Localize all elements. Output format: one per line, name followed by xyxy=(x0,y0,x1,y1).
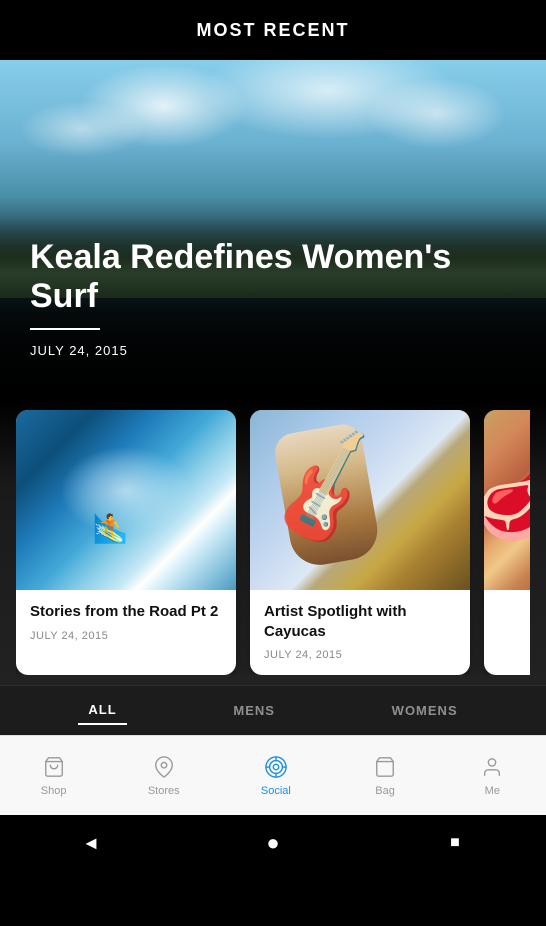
hero-divider xyxy=(30,328,100,330)
android-back-button[interactable]: ◄ xyxy=(71,823,111,863)
card-2-title: Artist Spotlight with Cayucas xyxy=(264,602,456,641)
filter-tab-mens[interactable]: MENS xyxy=(223,697,285,724)
card-3-image xyxy=(484,410,530,590)
android-navbar: ◄ ● ■ xyxy=(0,815,546,871)
android-home-button[interactable]: ● xyxy=(253,823,293,863)
nav-item-shop[interactable]: Shop xyxy=(29,746,79,805)
filter-tab-all[interactable]: ALL xyxy=(78,696,126,725)
nav-item-me[interactable]: Me xyxy=(467,746,517,805)
card-1-image xyxy=(16,410,236,590)
bag-icon xyxy=(372,754,398,780)
page-title: MOST RECENT xyxy=(196,20,349,41)
card-1[interactable]: Stories from the Road Pt 2 JULY 24, 2015 xyxy=(16,410,236,675)
filter-tab-womens[interactable]: WOMENS xyxy=(382,697,468,724)
hero-title: Keala Redefines Women's Surf xyxy=(30,238,516,316)
filter-tabs: ALL MENS WOMENS xyxy=(0,685,546,735)
cards-scroll: Stories from the Road Pt 2 JULY 24, 2015… xyxy=(16,410,530,675)
card-2[interactable]: Artist Spotlight with Cayucas JULY 24, 2… xyxy=(250,410,470,675)
header: MOST RECENT xyxy=(0,0,546,60)
nav-label-shop: Shop xyxy=(41,785,67,797)
social-icon xyxy=(263,754,289,780)
hero-section[interactable]: Keala Redefines Women's Surf JULY 24, 20… xyxy=(0,60,546,400)
card-3[interactable] xyxy=(484,410,530,675)
nav-label-me: Me xyxy=(485,785,500,797)
card-2-date: JULY 24, 2015 xyxy=(264,649,456,661)
nav-item-bag[interactable]: Bag xyxy=(360,746,410,805)
nav-item-social[interactable]: Social xyxy=(249,746,303,805)
card-2-image xyxy=(250,410,470,590)
nav-item-stores[interactable]: Stores xyxy=(136,746,192,805)
card-2-body: Artist Spotlight with Cayucas JULY 24, 2… xyxy=(250,590,470,675)
card-1-body: Stories from the Road Pt 2 JULY 24, 2015 xyxy=(16,590,236,656)
nav-label-stores: Stores xyxy=(148,785,180,797)
nav-label-bag: Bag xyxy=(375,785,395,797)
card-1-date: JULY 24, 2015 xyxy=(30,630,222,642)
me-icon xyxy=(479,754,505,780)
card-1-title: Stories from the Road Pt 2 xyxy=(30,602,222,622)
cards-section: Stories from the Road Pt 2 JULY 24, 2015… xyxy=(0,400,546,685)
shop-icon xyxy=(41,754,67,780)
nav-label-social: Social xyxy=(261,785,291,797)
stores-icon xyxy=(151,754,177,780)
hero-date: JULY 24, 2015 xyxy=(30,343,128,358)
bottom-nav: Shop Stores Social xyxy=(0,735,546,815)
android-recent-button[interactable]: ■ xyxy=(435,823,475,863)
hero-content: Keala Redefines Women's Surf JULY 24, 20… xyxy=(30,238,516,360)
